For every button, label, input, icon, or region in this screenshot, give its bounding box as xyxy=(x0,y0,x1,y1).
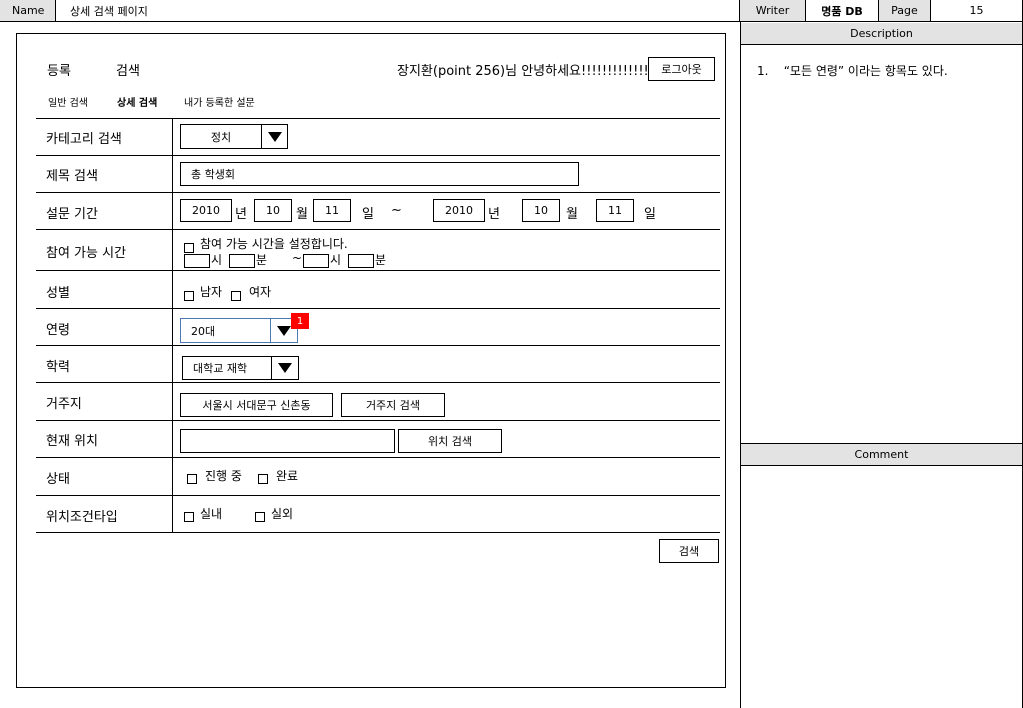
education-label: 학력 xyxy=(46,360,70,375)
residence-search-button[interactable]: 거주지 검색 xyxy=(341,393,445,417)
gender-label: 성별 xyxy=(46,286,70,301)
current-location-input[interactable] xyxy=(180,429,395,453)
annotation-marker: 1 xyxy=(291,313,309,329)
time-from-minute-input[interactable] xyxy=(229,254,255,268)
time-to-hour-input[interactable] xyxy=(303,254,329,268)
period-to-day-input[interactable]: 11 xyxy=(596,199,634,222)
description-title: Description xyxy=(741,23,1022,45)
category-select[interactable]: 정치 xyxy=(180,124,262,149)
category-label: 카테고리 검색 xyxy=(46,132,122,147)
period-from-month-unit: 월 xyxy=(296,207,308,222)
status-ongoing-checkbox[interactable] xyxy=(187,471,197,485)
location-indoor-checkbox[interactable] xyxy=(184,509,194,523)
period-to-day-unit: 일 xyxy=(644,207,656,222)
row-location-type xyxy=(36,496,720,533)
period-from-day-unit: 일 xyxy=(362,207,374,222)
status-label: 상태 xyxy=(46,472,70,487)
education-select[interactable]: 대학교 재학 xyxy=(182,356,272,380)
time-to-minute-unit: 분 xyxy=(375,253,387,267)
title-label: 제목 검색 xyxy=(46,169,98,184)
row-category xyxy=(36,118,720,156)
page-name: 상세 검색 페이지 xyxy=(56,0,740,22)
gender-male-checkbox[interactable] xyxy=(184,288,194,302)
period-to-month-input[interactable]: 10 xyxy=(522,199,560,222)
period-to-year-unit: 년 xyxy=(488,207,500,222)
age-label: 연령 xyxy=(46,323,70,338)
gender-female-label: 여자 xyxy=(249,285,272,299)
time-label: 참여 가능 시간 xyxy=(46,246,127,261)
time-from-minute-unit: 분 xyxy=(256,253,268,267)
time-checkbox-label: 참여 가능 시간을 설정합니다. xyxy=(200,237,348,251)
location-search-button[interactable]: 위치 검색 xyxy=(398,429,502,453)
time-from-hour-input[interactable] xyxy=(184,254,210,268)
comment-title: Comment xyxy=(741,443,1022,466)
time-tilde: ~ xyxy=(292,251,303,265)
name-header-label: Name xyxy=(0,0,56,22)
writer-header-label: Writer xyxy=(740,0,806,22)
time-to-minute-input[interactable] xyxy=(348,254,374,268)
period-tilde: ~ xyxy=(391,203,402,218)
row-gender xyxy=(36,271,720,309)
status-done-label: 완료 xyxy=(276,469,299,483)
row-status xyxy=(36,458,720,496)
tab-my-surveys[interactable]: 내가 등록한 설문 xyxy=(184,94,255,109)
education-dropdown-button[interactable] xyxy=(271,356,299,380)
location-label: 현재 위치 xyxy=(46,434,98,449)
chevron-down-icon xyxy=(277,325,291,336)
location-outdoor-checkbox[interactable] xyxy=(255,509,265,523)
period-label: 설문 기간 xyxy=(46,207,98,222)
logout-button[interactable]: 로그아웃 xyxy=(648,57,715,81)
right-panel-divider xyxy=(740,22,741,708)
page-number: 15 xyxy=(931,0,1023,22)
chevron-down-icon xyxy=(267,131,282,142)
time-from-hour-unit: 시 xyxy=(211,253,223,267)
residence-input[interactable]: 서울시 서대문구 신촌동 xyxy=(180,393,333,417)
status-done-checkbox[interactable] xyxy=(258,471,268,485)
title-search-input[interactable]: 총 학생회 xyxy=(180,162,579,186)
row-education xyxy=(36,346,720,383)
time-to-hour-unit: 시 xyxy=(330,253,342,267)
search-submit-button[interactable]: 검색 xyxy=(659,539,719,563)
mockup-frame: 등록 검색 장지환(point 256)님 안녕하세요!!!!!!!!!!!!!… xyxy=(16,33,726,688)
gender-female-checkbox[interactable] xyxy=(231,288,241,302)
nav-register-link[interactable]: 등록 xyxy=(47,60,71,79)
period-to-year-input[interactable]: 2010 xyxy=(433,199,485,222)
chevron-down-icon xyxy=(278,363,292,373)
period-from-month-input[interactable]: 10 xyxy=(254,199,292,222)
time-checkbox[interactable] xyxy=(184,240,194,254)
greeting-text: 장지환(point 256)님 안녕하세요!!!!!!!!!!!!!!! xyxy=(397,64,660,79)
tab-general-search[interactable]: 일반 검색 xyxy=(48,94,88,109)
writer-value: 명품 DB xyxy=(806,0,879,22)
gender-male-label: 남자 xyxy=(200,285,223,299)
status-ongoing-label: 진행 중 xyxy=(205,469,242,483)
location-outdoor-label: 실외 xyxy=(271,507,294,521)
category-dropdown-button[interactable] xyxy=(261,124,288,149)
row-age xyxy=(36,309,720,346)
location-type-label: 위치조건타입 xyxy=(46,510,118,525)
period-to-month-unit: 월 xyxy=(566,207,578,222)
description-item: 1. “모든 연령” 이라는 항목도 있다. xyxy=(757,64,948,78)
page-header-label: Page xyxy=(879,0,931,22)
nav-search-link[interactable]: 검색 xyxy=(116,60,140,79)
residence-label: 거주지 xyxy=(46,397,82,412)
period-from-day-input[interactable]: 11 xyxy=(313,199,351,222)
period-from-year-unit: 년 xyxy=(235,207,247,222)
location-indoor-label: 실내 xyxy=(200,507,223,521)
period-from-year-input[interactable]: 2010 xyxy=(180,199,232,222)
tab-detail-search[interactable]: 상세 검색 xyxy=(117,94,157,109)
age-select[interactable]: 20대 xyxy=(180,318,271,343)
